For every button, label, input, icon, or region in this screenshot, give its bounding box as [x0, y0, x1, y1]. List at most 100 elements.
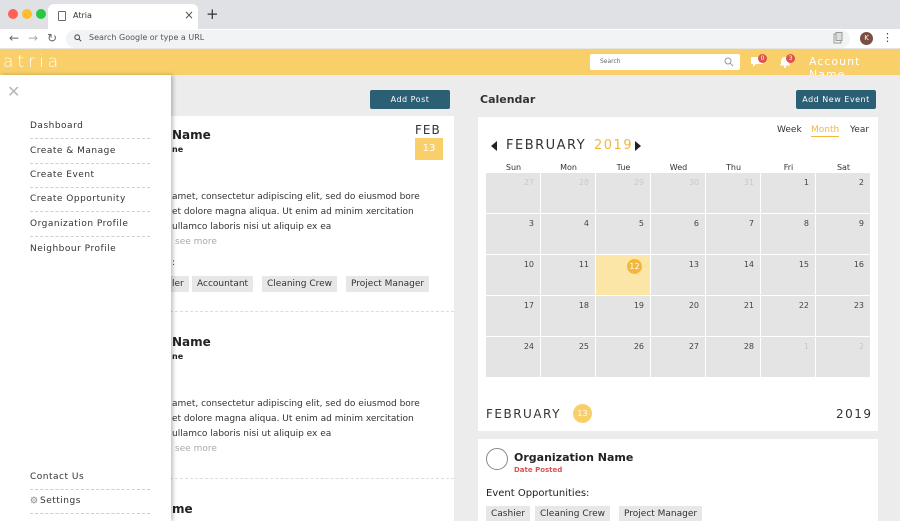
- new-tab-button[interactable]: +: [206, 6, 219, 22]
- org-avatar[interactable]: [486, 448, 508, 470]
- calendar-day[interactable]: 18: [541, 296, 595, 336]
- see-more-link[interactable]: see more: [175, 444, 217, 454]
- add-new-event-button[interactable]: Add New Event: [796, 90, 876, 109]
- calendar-day[interactable]: 26: [596, 337, 650, 377]
- sidebar-item-dashboard[interactable]: Dashboard: [30, 115, 150, 139]
- profile-avatar[interactable]: K: [860, 32, 873, 45]
- post-org-subtitle: ne: [172, 352, 184, 361]
- reload-button[interactable]: ↻: [47, 30, 57, 46]
- calendar-day[interactable]: 31: [706, 173, 760, 213]
- calendar-day[interactable]: 27: [651, 337, 705, 377]
- sidebar-item-neighbour-profile[interactable]: Neighbour Profile: [30, 238, 150, 262]
- calendar-day[interactable]: 3: [486, 214, 540, 254]
- calendar-day[interactable]: 4: [541, 214, 595, 254]
- post-body: amet, consectetur adipiscing elit, sed d…: [172, 192, 420, 232]
- calendar-day[interactable]: 8: [761, 214, 815, 254]
- close-window-button[interactable]: [8, 9, 18, 19]
- add-post-button[interactable]: Add Post: [370, 90, 450, 109]
- calendar-day[interactable]: 13: [651, 255, 705, 295]
- browser-tab-bar: Atria × +: [0, 0, 900, 29]
- see-more-link[interactable]: see more: [175, 237, 217, 247]
- calendar-day[interactable]: 17: [486, 296, 540, 336]
- calendar-day[interactable]: 10: [486, 255, 540, 295]
- calendar-day[interactable]: 24: [486, 337, 540, 377]
- selected-month: FEBRUARY: [486, 407, 561, 421]
- calendar-day[interactable]: 1: [761, 173, 815, 213]
- browser-tab[interactable]: Atria ×: [48, 4, 198, 29]
- tab-title: Atria: [73, 11, 92, 20]
- calendar-day[interactable]: 21: [706, 296, 760, 336]
- close-icon[interactable]: ✕: [7, 84, 20, 100]
- sidebar-item-organization-profile[interactable]: Organization Profile: [30, 213, 150, 237]
- calendar-day[interactable]: 1: [761, 337, 815, 377]
- post-org-name[interactable]: me: [172, 502, 193, 516]
- post-org-name[interactable]: Name: [172, 335, 211, 349]
- event-org-name[interactable]: Organization Name: [514, 451, 633, 464]
- calendar-year: 2019: [594, 138, 634, 153]
- back-button[interactable]: ←: [9, 30, 19, 46]
- calendar-day[interactable]: 6: [651, 214, 705, 254]
- event-card: Organization Name Date Posted Event Oppo…: [478, 439, 878, 521]
- address-placeholder: Search Google or type a URL: [89, 33, 205, 42]
- selected-year: 2019: [836, 407, 873, 421]
- calendar-day[interactable]: 2: [816, 337, 870, 377]
- post-org-subtitle: ne: [172, 145, 184, 154]
- header-search-input[interactable]: Search: [590, 54, 740, 70]
- sidebar-item-create-event[interactable]: Create Event: [30, 164, 150, 188]
- view-tab-month[interactable]: Month: [811, 125, 840, 137]
- weekday-label: Wed: [669, 163, 688, 172]
- calendar-day[interactable]: 30: [651, 173, 705, 213]
- previous-month-icon[interactable]: [491, 141, 497, 151]
- calendar-day[interactable]: 27: [486, 173, 540, 213]
- post-tag: Project Manager: [346, 276, 430, 292]
- next-month-icon[interactable]: [635, 141, 641, 151]
- calendar-day[interactable]: 28: [706, 337, 760, 377]
- calendar-day-today[interactable]: 12: [596, 255, 650, 295]
- calendar-day[interactable]: 29: [596, 173, 650, 213]
- weekday-label: Sat: [836, 163, 851, 172]
- browser-menu-icon[interactable]: ⋮: [882, 31, 893, 45]
- calendar-day[interactable]: 15: [761, 255, 815, 295]
- post-tags-label: :: [172, 258, 176, 268]
- post-body: amet, consectetur adipiscing elit, sed d…: [172, 399, 420, 439]
- calendar-day[interactable]: 7: [706, 214, 760, 254]
- calendar-day[interactable]: 16: [816, 255, 870, 295]
- sidebar-item-create-manage[interactable]: Create & Manage: [30, 140, 150, 164]
- view-tab-week[interactable]: Week: [777, 125, 802, 135]
- search-icon[interactable]: [724, 57, 734, 67]
- notifications-badge: 3: [786, 54, 795, 63]
- calendar-day[interactable]: 25: [541, 337, 595, 377]
- calendar-month: FEBRUARY: [506, 138, 587, 153]
- calendar-day[interactable]: 28: [541, 173, 595, 213]
- post-divider: [170, 478, 454, 479]
- gear-icon: [30, 496, 38, 504]
- forward-button[interactable]: →: [28, 30, 38, 46]
- sidebar-item-settings[interactable]: Settings: [30, 490, 150, 514]
- calendar-day[interactable]: 5: [596, 214, 650, 254]
- sidebar-item-label: Settings: [40, 496, 81, 506]
- minimize-window-button[interactable]: [22, 9, 32, 19]
- calendar-day[interactable]: 22: [761, 296, 815, 336]
- calendar-day[interactable]: 19: [596, 296, 650, 336]
- calendar-title: Calendar: [480, 93, 536, 106]
- omnibox[interactable]: Search Google or type a URL: [66, 30, 850, 48]
- calendar-day[interactable]: 20: [651, 296, 705, 336]
- atria-logo[interactable]: atria: [3, 53, 62, 71]
- sidebar-item-create-opportunity[interactable]: Create Opportunity: [30, 188, 150, 212]
- extension-icon[interactable]: [833, 32, 843, 44]
- post-feed: Add Post Name ne FEB 13 amet, consectetu…: [170, 87, 458, 521]
- calendar-day[interactable]: 23: [816, 296, 870, 336]
- maximize-window-button[interactable]: [36, 9, 46, 19]
- sidebar-item-contact-us[interactable]: Contact Us: [30, 466, 150, 490]
- weekday-label: Sun: [505, 163, 522, 172]
- calendar-day[interactable]: 14: [706, 255, 760, 295]
- calendar-day[interactable]: 11: [541, 255, 595, 295]
- calendar-day[interactable]: 2: [816, 173, 870, 213]
- event-date-posted: Date Posted: [514, 466, 563, 474]
- tab-close-icon[interactable]: ×: [184, 8, 194, 22]
- view-tab-year[interactable]: Year: [850, 125, 869, 135]
- search-placeholder: Search: [600, 58, 621, 65]
- document-icon: [58, 11, 66, 21]
- post-org-name[interactable]: Name: [172, 128, 211, 142]
- calendar-day[interactable]: 9: [816, 214, 870, 254]
